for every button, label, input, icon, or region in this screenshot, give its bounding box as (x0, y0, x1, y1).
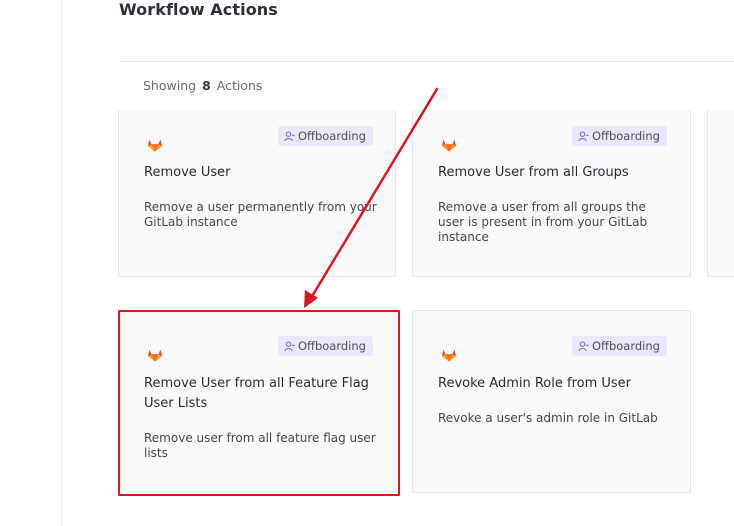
category-badge: Offboarding (278, 126, 373, 146)
gitlab-logo-icon (147, 137, 163, 152)
workflow-actions-page: Workflow Actions Showing 8 Actions Offboar… (0, 0, 734, 526)
category-badge: Offboarding (572, 126, 667, 146)
page-title: Workflow Actions (119, 0, 278, 19)
category-badge-label: Offboarding (592, 129, 660, 143)
card-description: Remove a user permanently from your GitL… (144, 200, 377, 229)
action-card-partial[interactable] (707, 110, 734, 277)
action-card-revoke-admin-role[interactable]: Offboarding Revoke Admin Role from User … (412, 310, 691, 493)
gitlab-logo-icon (441, 347, 457, 362)
left-sidebar (0, 0, 62, 526)
results-count: Showing 8 Actions (143, 78, 262, 93)
annotation-highlight-box (118, 310, 400, 496)
action-card-remove-user-from-groups[interactable]: Offboarding Remove User from all Groups … (412, 110, 691, 277)
results-number: 8 (202, 78, 211, 93)
action-card-remove-user[interactable]: Offboarding Remove User Remove a user pe… (118, 110, 396, 277)
card-title: Revoke Admin Role from User (438, 376, 632, 391)
card-title: Remove User (144, 165, 231, 180)
category-badge-label: Offboarding (592, 339, 660, 353)
user-minus-icon (578, 130, 589, 142)
category-badge: Offboarding (572, 336, 667, 356)
card-title: Remove User from all Groups (438, 165, 629, 180)
results-unit: Actions (216, 78, 263, 93)
results-label: Showing (143, 78, 197, 93)
card-description: Remove a user from all groups the user i… (438, 200, 648, 244)
divider (119, 61, 734, 62)
card-description: Revoke a user's admin role in GitLab (438, 411, 658, 425)
user-minus-icon (284, 130, 295, 142)
gitlab-logo-icon (441, 137, 457, 152)
user-minus-icon (578, 340, 589, 352)
category-badge-label: Offboarding (298, 129, 366, 143)
